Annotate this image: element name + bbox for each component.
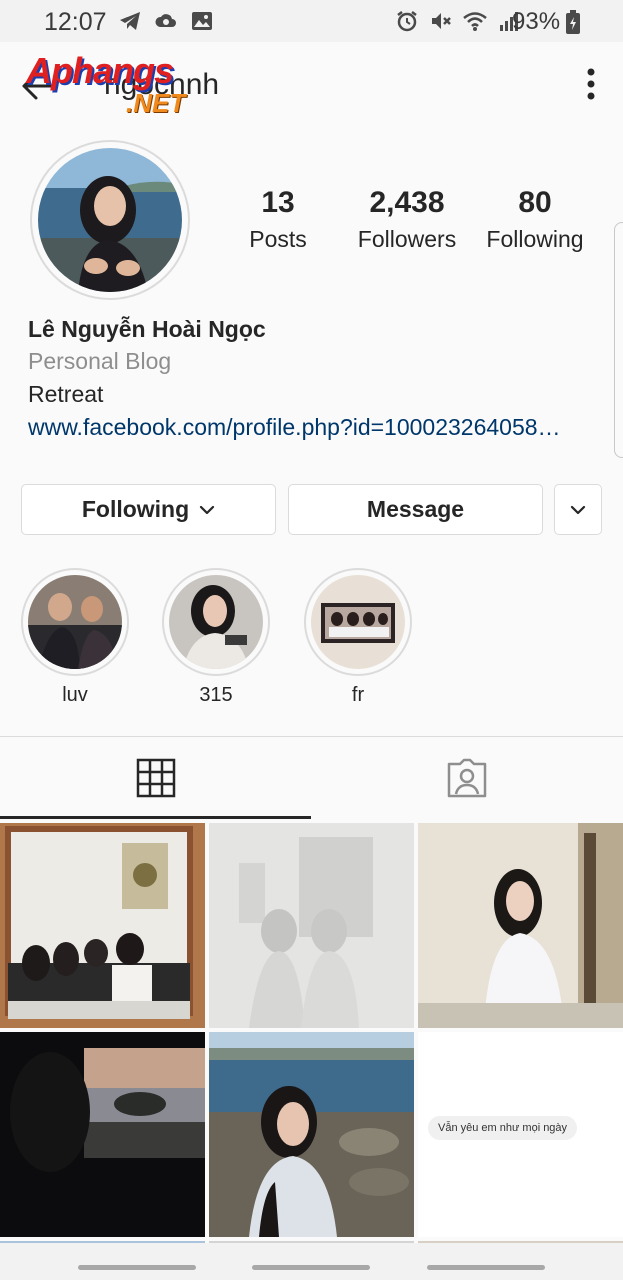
battery-icon	[566, 10, 580, 34]
more-vertical-icon[interactable]	[580, 66, 602, 102]
tab-grid[interactable]	[0, 737, 311, 819]
bio-text: Retreat	[28, 381, 104, 407]
nav-home-button[interactable]	[252, 1265, 370, 1270]
avatar	[38, 148, 182, 292]
highlight-ring	[162, 568, 270, 676]
following-button-label: Following	[81, 496, 190, 522]
status-time: 12:07	[44, 8, 107, 36]
logo-text-bottom: .NET	[126, 88, 186, 118]
post-thumbnail[interactable]	[0, 1032, 205, 1237]
post-thumbnail[interactable]	[209, 823, 414, 1028]
highlight-label: fr	[351, 684, 365, 706]
status-bar: 12:07 93%	[0, 0, 623, 42]
followers-label: Followers	[357, 226, 457, 252]
nav-back-button[interactable]	[427, 1265, 545, 1270]
highlight-cover	[28, 575, 122, 669]
status-left-icons	[118, 9, 214, 33]
chevron-down-icon	[570, 505, 586, 514]
grid-icon	[136, 758, 175, 798]
avatar-photo	[38, 148, 182, 292]
following-count: 80	[518, 186, 552, 219]
posts-grid: Vẫn yêu em như mọi ngày	[0, 823, 623, 1243]
edge-panel-handle[interactable]	[614, 222, 623, 458]
stat-following[interactable]: 80 Following	[465, 186, 605, 253]
tab-tagged[interactable]	[311, 737, 622, 819]
status-right-icons	[395, 9, 521, 33]
stat-posts[interactable]: 13 Posts	[208, 186, 348, 253]
chevron-down-icon	[200, 505, 215, 514]
tagged-icon	[447, 758, 486, 798]
wifi-icon	[463, 12, 487, 31]
post-thumbnail[interactable]	[209, 1032, 414, 1237]
message-button-label: Message	[366, 496, 465, 522]
nav-recents-button[interactable]	[78, 1265, 196, 1270]
mute-icon	[432, 13, 451, 29]
post-thumbnail[interactable]	[0, 823, 205, 1028]
highlight-label: 315	[199, 684, 233, 706]
posts-count: 13	[261, 186, 295, 219]
suggested-accounts-button[interactable]	[554, 484, 602, 535]
highlight-fr[interactable]: fr	[304, 568, 412, 707]
post-thumbnail[interactable]	[418, 823, 623, 1028]
post-thumbnail[interactable]: Vẫn yêu em như mọi ngày	[418, 1032, 623, 1237]
system-navigation-bar	[0, 1243, 623, 1280]
alarm-icon	[397, 11, 417, 32]
message-button[interactable]: Message	[288, 484, 543, 535]
cloud-sync-icon	[155, 14, 176, 27]
watermark-logo: Aphangs .NET	[26, 50, 226, 118]
highlight-cover	[169, 575, 263, 669]
highlight-315[interactable]: 315	[162, 568, 270, 707]
profile-avatar-ring[interactable]	[30, 140, 190, 300]
gallery-icon	[192, 12, 212, 30]
highlight-label: luv	[62, 684, 88, 706]
posts-label: Posts	[249, 226, 307, 252]
profile-category: Personal Blog	[28, 348, 172, 374]
following-button[interactable]: Following	[21, 484, 276, 535]
highlight-luv[interactable]: luv	[21, 568, 129, 707]
logo-text-top: Aphangs	[26, 50, 174, 91]
battery-percentage: 93%	[512, 8, 561, 35]
full-name: Lê Nguyễn Hoài Ngọc	[28, 316, 266, 342]
post-quote-text: Vẫn yêu em như mọi ngày	[428, 1116, 578, 1140]
highlight-ring	[304, 568, 412, 676]
profile-header: ngocnnh Aphangs .NET	[0, 42, 623, 126]
stat-followers[interactable]: 2,438 Followers	[337, 186, 477, 253]
followers-count: 2,438	[369, 186, 445, 219]
telegram-icon	[120, 12, 140, 30]
active-tab-indicator	[0, 816, 311, 819]
highlight-cover	[311, 575, 405, 669]
highlight-ring	[21, 568, 129, 676]
following-label: Following	[486, 226, 584, 252]
bio-link[interactable]: www.facebook.com/profile.php?id=10002326…	[28, 414, 598, 441]
